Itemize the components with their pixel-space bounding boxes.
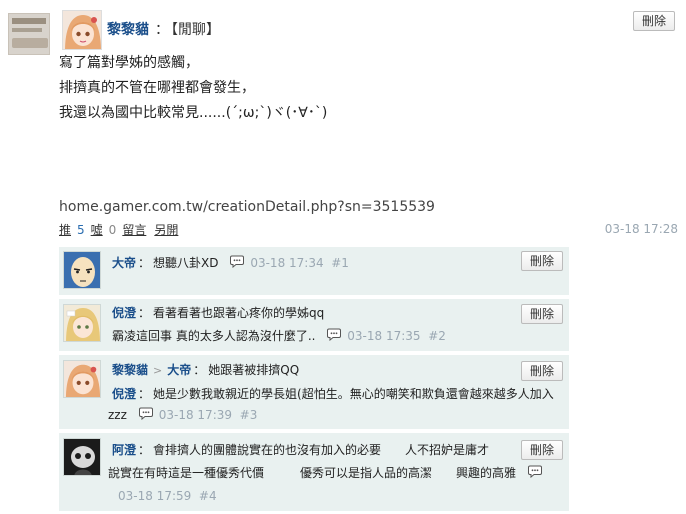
comment-author-link[interactable]: 大帝	[112, 256, 136, 270]
commenter-avatar[interactable]	[63, 360, 101, 398]
comment-text: 看著看著也跟著心疼你的學姊qq	[153, 306, 325, 320]
post-body: 寫了篇對學姊的感觸， 排擠真的不管在哪裡都會發生， 我還以為國中比較常見....…	[59, 51, 327, 126]
delete-comment-button[interactable]: 刪除	[521, 440, 564, 460]
boo-count: 0	[108, 223, 117, 237]
blonde-girl-avatar-icon	[64, 305, 100, 341]
post-colon: ：	[155, 22, 169, 38]
delete-post-button[interactable]: 刪除	[633, 11, 676, 31]
post-body-line: 排擠真的不管在哪裡都會發生，	[59, 80, 255, 96]
commenter-avatar[interactable]	[63, 304, 101, 342]
comment-timestamp: 03-18 17:59	[118, 489, 192, 503]
comment-meta-line: 03-18 17:59 #4	[118, 487, 217, 505]
delete-comment-button[interactable]: 刪除	[521, 251, 564, 271]
thumbnail-bar	[12, 38, 48, 48]
open-new-link[interactable]: 另開	[154, 223, 178, 237]
thumbnail-bar	[12, 18, 46, 24]
comment-line-2: 倪澄：她是少數我敢親近的學長姐(超怕生。無心的嘲笑和欺負還會越來越多人加入	[112, 385, 554, 403]
post-url-link[interactable]: home.gamer.com.tw/creationDetail.php?sn=…	[59, 197, 435, 217]
comment-text: 她跟著被排擠QQ	[208, 363, 300, 377]
comment-text: 想聽八卦XD	[153, 256, 219, 270]
post-thumbnail[interactable]	[8, 13, 50, 55]
mention-author-link[interactable]: 倪澄	[112, 387, 136, 401]
reply-arrow: >	[153, 364, 163, 377]
post-body-line: 我還以為國中比較常見......(´;ω;`)ヾ(･∀･`)	[59, 105, 328, 121]
comment-line-2: 霸凌這回事 真的太多人認為沒什麼了.. 03-18 17:35 #2	[112, 327, 446, 346]
anime-girl-avatar-icon	[64, 361, 100, 397]
commenter-avatar[interactable]	[63, 438, 101, 476]
delete-comment-button[interactable]: 刪除	[521, 304, 564, 324]
comment-author-link[interactable]: 倪澄	[112, 306, 136, 320]
comment-item: 黎黎貓 > 大帝：她跟著被排擠QQ 倪澄：她是少數我敢親近的學長姐(超怕生。無心的嘲…	[59, 355, 569, 429]
post-stats-bar: 推 5 噓 0 留言 另開	[59, 221, 178, 239]
speech-bubble-icon[interactable]	[230, 255, 245, 273]
comment-colon: ：	[138, 443, 151, 457]
comment-timestamp: 03-18 17:35	[347, 329, 421, 343]
delete-comment-button[interactable]: 刪除	[521, 361, 564, 381]
comment-floor: #1	[331, 256, 349, 270]
author-avatar[interactable]	[62, 10, 102, 50]
speech-bubble-icon[interactable]	[138, 407, 153, 425]
comment-colon: ：	[138, 256, 151, 270]
dark-character-avatar-icon	[64, 439, 100, 475]
reply-link[interactable]: 留言	[122, 223, 146, 237]
comment-item: 阿澄：會排擠人的團體說實在的也沒有加入的必要 人不招妒是庸才 說實在有時這是一種…	[59, 433, 569, 511]
comment-line: 黎黎貓 > 大帝：她跟著被排擠QQ	[112, 361, 299, 380]
push-link[interactable]: 推	[59, 223, 71, 237]
comment-item: 大帝：想聽八卦XD 03-18 17:34 #1 刪除	[59, 247, 569, 295]
comment-floor: #4	[198, 489, 217, 503]
boo-link[interactable]: 噓	[91, 223, 103, 237]
comment-text-continued: 霸凌這回事 真的太多人認為沒什麼了..	[112, 329, 316, 343]
bald-hero-avatar-icon	[64, 252, 100, 288]
post-body-line: 寫了篇對學姊的感觸，	[59, 55, 199, 71]
comment-text: 會排擠人的團體說實在的也沒有加入的必要 人不招妒是庸才	[153, 443, 490, 457]
comment-line-2: 說實在有時這是一種優秀代價 優秀可以是指人品的高潔 興趣的高雅	[108, 464, 548, 483]
comment-item: 倪澄：看著看著也跟著心疼你的學姊qq 霸凌這回事 真的太多人認為沒什麼了.. 0…	[59, 299, 569, 351]
post-title: 【閒聊】	[171, 22, 220, 38]
speech-bubble-icon[interactable]	[527, 465, 542, 483]
comment-colon: ：	[138, 306, 151, 320]
post-header: 黎黎貓 ：【閒聊】	[107, 21, 220, 39]
comment-text-continued: 說實在有時這是一種優秀代價 優秀可以是指人品的高潔 興趣的高雅	[108, 466, 517, 480]
speech-bubble-icon[interactable]	[327, 328, 342, 346]
comment-text-continued: 她是少數我敢親近的學長姐(超怕生。無心的嘲笑和欺負還會越來越多人加入	[153, 387, 554, 401]
comment-author-link[interactable]: 阿澄	[112, 443, 136, 457]
comment-floor: #2	[428, 329, 446, 343]
comment-timestamp: 03-18 17:34	[250, 256, 324, 270]
post-timestamp: 03-18 17:28	[604, 222, 678, 236]
comment-text-tail: zzz	[108, 408, 127, 422]
comment-colon: ：	[138, 387, 151, 401]
post-author-link[interactable]: 黎黎貓	[107, 22, 149, 38]
comment-floor: #3	[239, 408, 258, 422]
reply-to-author-link[interactable]: 大帝	[167, 363, 191, 377]
comment-colon: ：	[193, 363, 206, 377]
comment-line: 大帝：想聽八卦XD 03-18 17:34 #1	[112, 254, 349, 273]
commenter-avatar[interactable]	[63, 251, 101, 289]
comment-line: 阿澄：會排擠人的團體說實在的也沒有加入的必要 人不招妒是庸才	[112, 441, 489, 459]
comment-timestamp: 03-18 17:39	[158, 408, 232, 422]
comment-author-link[interactable]: 黎黎貓	[112, 363, 148, 377]
anime-girl-avatar-icon	[63, 11, 101, 49]
thumbnail-bar	[12, 28, 42, 32]
comment-line-3: zzz 03-18 17:39 #3	[108, 406, 257, 425]
comment-line: 倪澄：看著看著也跟著心疼你的學姊qq	[112, 304, 324, 322]
push-count[interactable]: 5	[77, 223, 85, 237]
